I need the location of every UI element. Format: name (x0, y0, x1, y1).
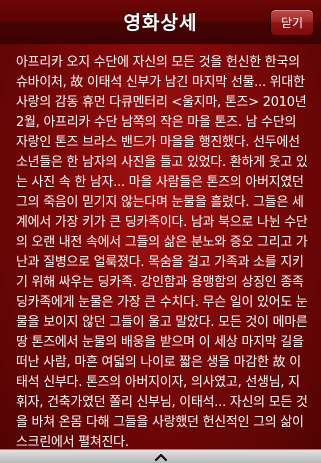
bottom-bar (0, 449, 321, 463)
chevron-up-icon[interactable] (146, 451, 176, 463)
description-scroll-area[interactable]: 아프리카 오지 수단에 자신의 모든 것을 헌신한 한국의 슈바이처, 故 이태… (0, 45, 321, 450)
movie-detail-screen: 영화상세 닫기 아프리카 오지 수단에 자신의 모든 것을 헌신한 한국의 슈바… (0, 0, 321, 463)
title-bar: 영화상세 닫기 (0, 0, 321, 44)
close-button[interactable]: 닫기 (270, 9, 314, 36)
page-title: 영화상세 (123, 12, 198, 34)
movie-description: 아프리카 오지 수단에 자신의 모든 것을 헌신한 한국의 슈바이처, 故 이태… (16, 55, 308, 450)
